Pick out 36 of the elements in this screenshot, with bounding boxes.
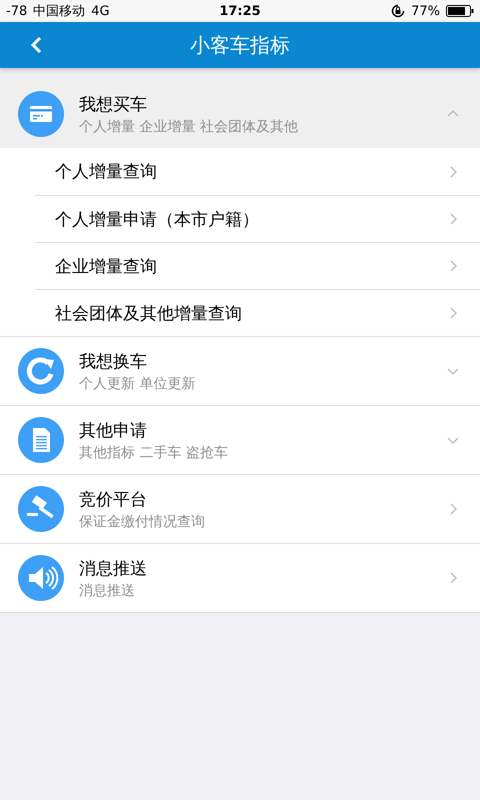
submenu-label: 个人增量申请（本市户籍） [55, 208, 260, 230]
section-subtitle: 其他指标 二手车 盗抢车 [79, 444, 229, 462]
submenu-label: 企业增量查询 [55, 256, 158, 278]
rotation-lock-icon [391, 4, 406, 18]
section-subtitle: 个人增量 企业增量 社会团体及其他 [79, 118, 299, 136]
submenu-item[interactable]: 个人增量申请（本市户籍） [35, 195, 480, 242]
menu-section[interactable]: 我想买车 个人增量 企业增量 社会团体及其他 [0, 80, 480, 148]
menu-section[interactable]: 其他申请 其他指标 二手车 盗抢车 [0, 405, 480, 474]
section-subtitle: 消息推送 [79, 582, 136, 600]
refresh-icon [18, 348, 64, 394]
section-title: 消息推送 [79, 558, 148, 580]
gavel-icon [18, 486, 64, 532]
page-title: 小客车指标 [190, 32, 290, 58]
section-subtitle: 保证金缴付情况查询 [79, 512, 206, 530]
submenu-label: 个人增量查询 [55, 161, 158, 183]
menu-section[interactable]: 竞价平台 保证金缴付情况查询 [0, 474, 480, 543]
section-title: 其他申请 [79, 420, 148, 442]
signal-strength: -78 [6, 4, 28, 18]
section-title: 竞价平台 [79, 488, 148, 510]
card-icon [18, 91, 64, 137]
section-subtitle: 个人更新 单位更新 [79, 374, 196, 392]
carrier-name: 中国移动 [33, 3, 86, 20]
clock: 17:25 [219, 4, 261, 18]
section-title: 我想换车 [79, 350, 148, 372]
speaker-icon [18, 555, 64, 601]
submenu-item[interactable]: 个人增量查询 [35, 148, 480, 195]
menu-section[interactable]: 我想换车 个人更新 单位更新 [0, 336, 480, 405]
menu-section[interactable]: 消息推送 消息推送 [0, 543, 480, 612]
battery-icon [446, 5, 474, 17]
network-type: 4G [91, 4, 110, 18]
submenu-label: 社会团体及其他增量查询 [55, 302, 243, 324]
section-title: 我想买车 [79, 94, 148, 116]
battery-percent: 77% [411, 4, 440, 18]
document-icon [18, 417, 64, 463]
back-icon[interactable] [28, 36, 44, 54]
submenu-item[interactable]: 企业增量查询 [35, 242, 480, 289]
